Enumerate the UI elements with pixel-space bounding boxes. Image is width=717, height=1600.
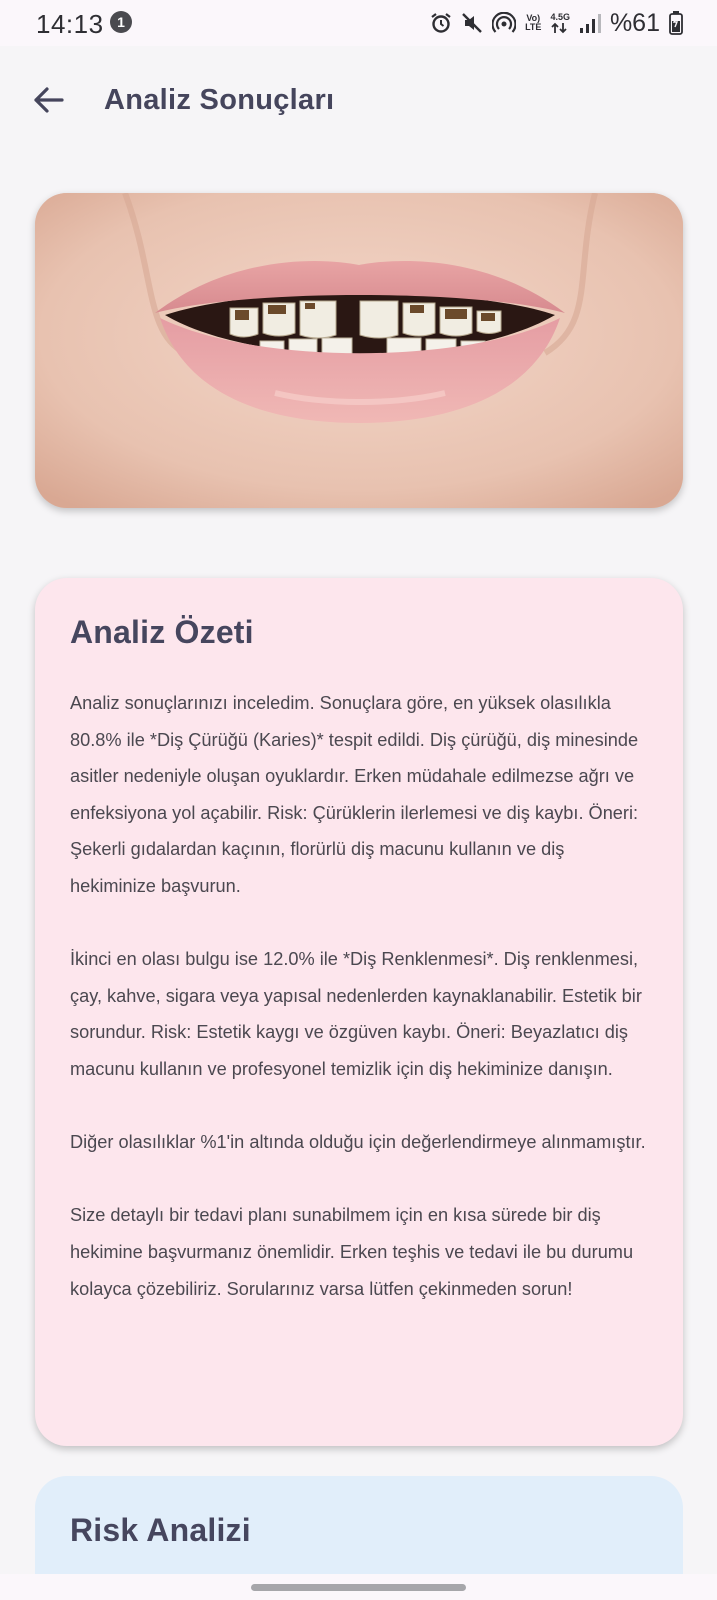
- summary-paragraph: İkinci en olası bulgu ise 12.0% ile *Diş…: [70, 949, 642, 1079]
- analysis-summary-card: Analiz Özeti Analiz sonuçlarınızı incele…: [35, 578, 683, 1446]
- home-indicator[interactable]: [251, 1584, 466, 1591]
- hotspot-icon: [492, 12, 517, 34]
- alarm-icon: [430, 12, 452, 34]
- data-arrows-icon: 4.5G: [550, 12, 570, 34]
- summary-title: Analiz Özeti: [70, 614, 254, 650]
- volte-icon: Vo) LTE: [525, 13, 542, 32]
- dental-photo: [35, 193, 683, 508]
- summary-paragraph: Size detaylı bir tedavi planı sunabilmem…: [70, 1205, 634, 1299]
- status-icons: Vo) LTE 4.5G %61: [430, 8, 683, 38]
- navigation-bar: [0, 1574, 717, 1600]
- page-title: Analiz Sonuçları: [104, 84, 335, 116]
- risk-title: Risk Analizi: [70, 1512, 251, 1548]
- app-bar: Analiz Sonuçları: [0, 46, 717, 156]
- notification-count-badge: 1: [110, 11, 132, 33]
- arrow-left-icon: [32, 86, 64, 119]
- status-bar: 14:13 1 Vo) LTE 4.5G %61: [0, 0, 717, 46]
- dental-photo-card: [35, 193, 683, 508]
- status-time: 14:13: [36, 9, 104, 39]
- signal-icon: [579, 12, 601, 34]
- back-button[interactable]: [28, 82, 68, 122]
- battery-percent: %61: [609, 8, 660, 37]
- analysis-results-screen: 14:13 1 Vo) LTE 4.5G %61 Analiz Sonuçlar…: [0, 0, 717, 1600]
- summary-paragraph: Diğer olasılıklar %1'in altında olduğu i…: [70, 1132, 646, 1153]
- battery-icon: [669, 11, 683, 35]
- summary-paragraph: Analiz sonuçlarınızı inceledim. Sonuçlar…: [70, 693, 639, 896]
- mute-icon: [461, 12, 483, 34]
